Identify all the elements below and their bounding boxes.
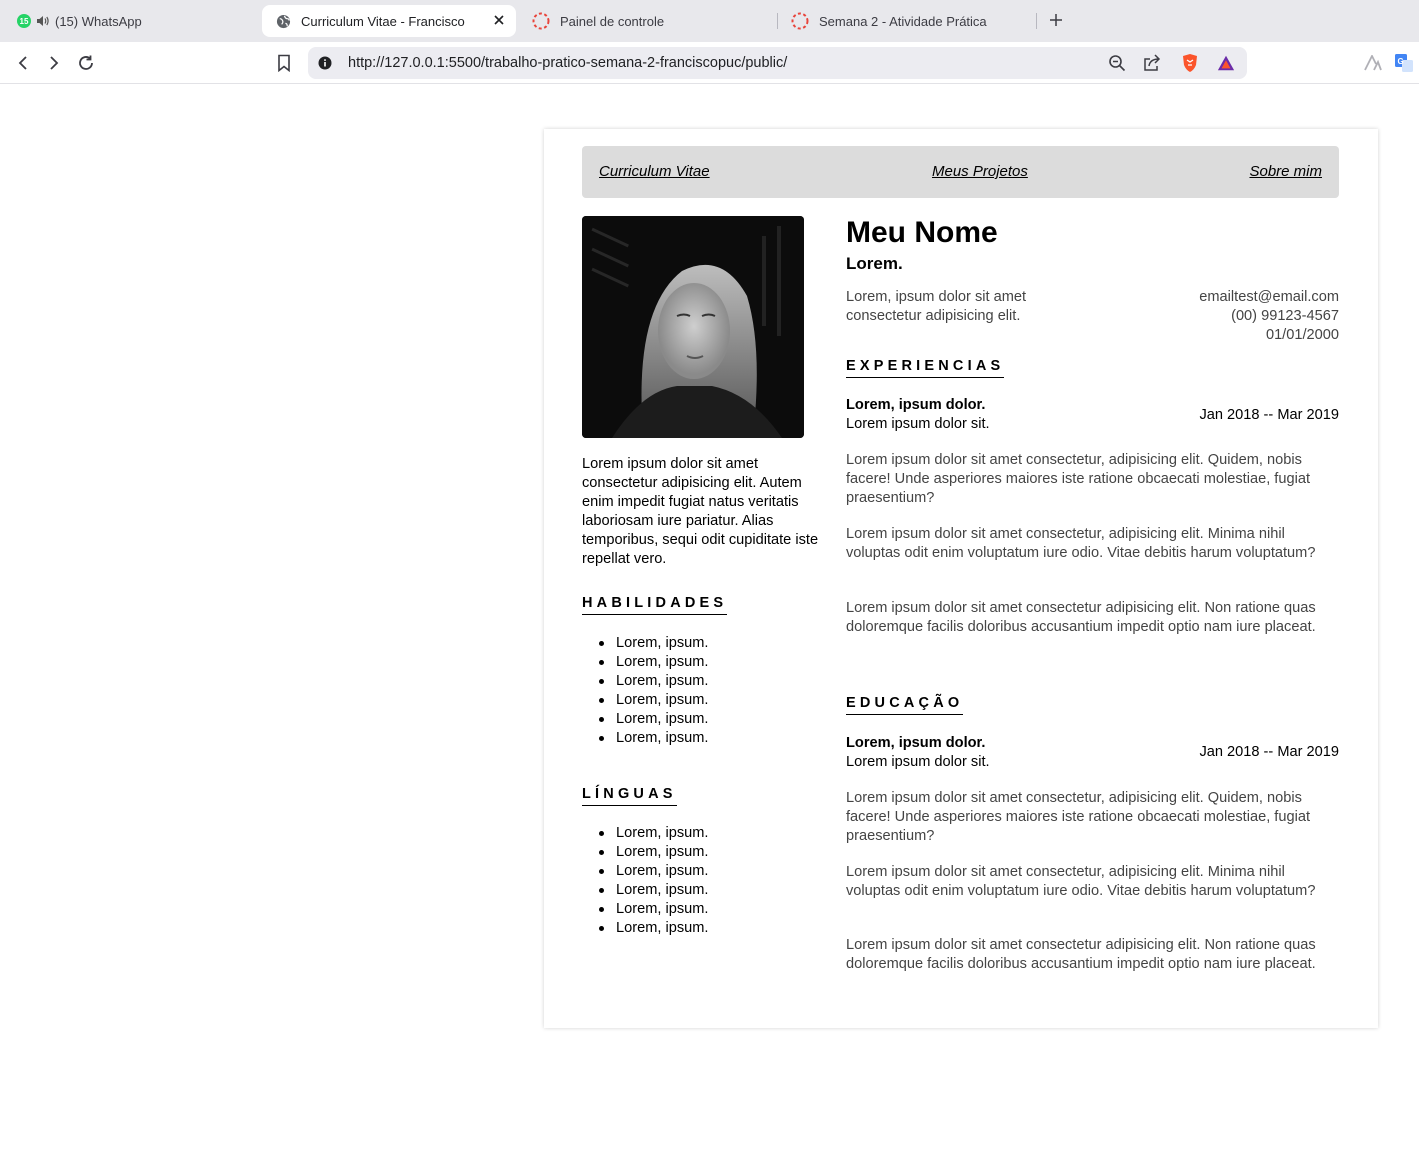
experience-entry-header: Lorem, ipsum dolor. Lorem ipsum dolor si…	[846, 396, 990, 434]
tab-bar: 15 (15) WhatsApp Curriculum Vitae - Fran…	[0, 0, 1419, 42]
skills-heading: HABILIDADES	[582, 595, 728, 615]
summary-text: Lorem, ipsum dolor sit amet consectetur …	[846, 289, 1027, 324]
education-heading: EDUCAÇÃO	[846, 695, 964, 715]
list-item: Lorem, ipsum.	[598, 692, 709, 708]
education-paragraph: Lorem ipsum dolor sit amet consectetur, …	[846, 790, 1310, 844]
list-item: Lorem, ipsum.	[598, 882, 709, 898]
skills-list: Lorem, ipsum. Lorem, ipsum. Lorem, ipsum…	[598, 634, 709, 748]
tab-whatsapp[interactable]: 15 (15) WhatsApp	[17, 5, 142, 37]
forward-icon[interactable]	[44, 53, 64, 73]
brave-rewards-icon[interactable]	[1217, 54, 1235, 72]
experience-paragraph: Lorem ipsum dolor sit amet consectetur, …	[846, 452, 1310, 506]
education-place: Lorem ipsum dolor sit.	[846, 754, 990, 770]
whatsapp-badge-icon: 15	[17, 14, 31, 28]
list-item: Lorem, ipsum.	[598, 863, 709, 879]
svg-text:G: G	[1398, 57, 1404, 66]
languages-list: Lorem, ipsum. Lorem, ipsum. Lorem, ipsum…	[598, 824, 709, 938]
tab-title: Painel de controle	[560, 13, 665, 29]
globe-icon	[276, 14, 291, 29]
contact-block: emailtest@email.com (00) 99123-4567 01/0…	[1199, 288, 1339, 345]
experience-paragraph: Lorem ipsum dolor sit amet consectetur, …	[846, 526, 1316, 561]
experience-heading: EXPERIENCIAS	[846, 358, 1005, 378]
tab-title: (15) WhatsApp	[55, 13, 142, 29]
contact-birthdate: 01/01/2000	[1265, 327, 1339, 343]
profile-photo	[582, 216, 804, 438]
cv-card: Curriculum Vitae Meus Projetos Sobre mim	[544, 129, 1378, 1028]
url-text[interactable]: http://127.0.0.1:5500/trabalho-pratico-s…	[348, 55, 787, 71]
person-name: Meu Nome	[846, 216, 998, 249]
education-paragraph: Lorem ipsum dolor sit amet consectetur, …	[846, 864, 1316, 899]
education-role: Lorem, ipsum dolor.	[846, 735, 986, 751]
cv-navbar: Curriculum Vitae Meus Projetos Sobre mim	[582, 146, 1339, 198]
list-item: Lorem, ipsum.	[598, 654, 709, 670]
list-item: Lorem, ipsum.	[598, 825, 709, 841]
list-item: Lorem, ipsum.	[598, 673, 709, 689]
browser-toolbar: http://127.0.0.1:5500/trabalho-pratico-s…	[0, 42, 1419, 84]
tab-semana2[interactable]: Semana 2 - Atividade Prática	[791, 5, 987, 37]
address-bar[interactable]: http://127.0.0.1:5500/trabalho-pratico-s…	[308, 47, 1247, 79]
zoom-out-icon[interactable]	[1108, 54, 1126, 72]
translate-icon[interactable]: G	[1394, 53, 1414, 73]
education-date: Jan 2018 -- Mar 2019	[1199, 744, 1339, 760]
experience-paragraph: Lorem ipsum dolor sit amet consectetur a…	[846, 600, 1316, 635]
intro-text: Lorem ipsum dolor sit amet consectetur a…	[582, 456, 819, 567]
tab-separator	[1036, 13, 1037, 29]
new-tab-plus-icon[interactable]	[1047, 11, 1065, 34]
loading-spinner-icon	[532, 12, 550, 30]
info-icon[interactable]	[318, 56, 332, 75]
nav-link-curriculum-vitae[interactable]: Curriculum Vitae	[599, 163, 710, 180]
list-item: Lorem, ipsum.	[598, 711, 709, 727]
nav-link-meus-projetos[interactable]: Meus Projetos	[932, 163, 1028, 180]
education-entry-header: Lorem, ipsum dolor. Lorem ipsum dolor si…	[846, 734, 990, 772]
experience-place: Lorem ipsum dolor sit.	[846, 416, 990, 432]
tab-curriculum[interactable]: Curriculum Vitae - Francisco	[262, 5, 516, 37]
experience-role: Lorem, ipsum dolor.	[846, 397, 986, 413]
education-paragraph: Lorem ipsum dolor sit amet consectetur a…	[846, 937, 1316, 972]
list-item: Lorem, ipsum.	[598, 920, 709, 936]
bookmark-icon[interactable]	[274, 53, 294, 73]
speaker-icon[interactable]	[36, 15, 49, 27]
languages-heading: LÍNGUAS	[582, 786, 677, 806]
list-item: Lorem, ipsum.	[598, 844, 709, 860]
tab-separator	[777, 13, 778, 29]
brave-shield-icon[interactable]	[1181, 54, 1199, 72]
person-subtitle: Lorem.	[846, 254, 903, 273]
list-item: Lorem, ipsum.	[598, 730, 709, 746]
reload-icon[interactable]	[76, 53, 96, 73]
tab-painel[interactable]: Painel de controle	[532, 5, 664, 37]
contact-phone: (00) 99123-4567	[1231, 308, 1339, 324]
nav-link-sobre-mim[interactable]: Sobre mim	[1249, 163, 1322, 180]
close-icon[interactable]	[492, 13, 506, 27]
share-icon[interactable]	[1143, 54, 1161, 72]
back-icon[interactable]	[13, 53, 33, 73]
list-item: Lorem, ipsum.	[598, 635, 709, 651]
tab-title: Curriculum Vitae - Francisco	[301, 13, 465, 29]
aria-icon[interactable]	[1363, 53, 1383, 73]
list-item: Lorem, ipsum.	[598, 901, 709, 917]
tab-title: Semana 2 - Atividade Prática	[819, 13, 987, 29]
loading-spinner-icon	[791, 12, 809, 30]
contact-email: emailtest@email.com	[1199, 289, 1339, 305]
experience-date: Jan 2018 -- Mar 2019	[1199, 407, 1339, 423]
